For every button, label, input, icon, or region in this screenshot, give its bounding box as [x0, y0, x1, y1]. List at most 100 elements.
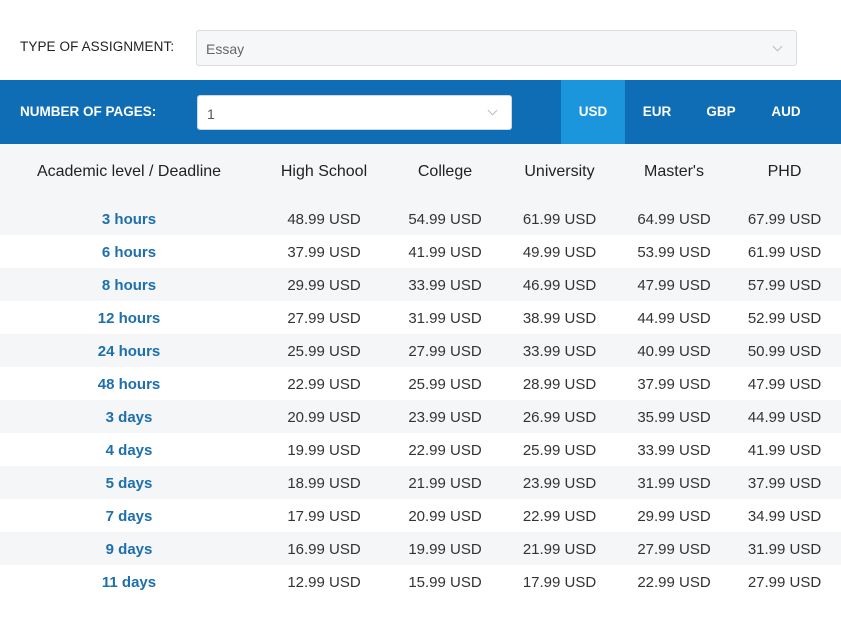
- price-cell[interactable]: 31.99 USD: [615, 475, 733, 492]
- header-masters: Master's: [644, 163, 704, 180]
- price-cell[interactable]: 61.99 USD: [728, 244, 841, 261]
- price-cell[interactable]: 20.99 USD: [262, 409, 386, 426]
- price-cell[interactable]: 34.99 USD: [728, 508, 841, 525]
- table-row: 8 hours 29.99 USD 33.99 USD 46.99 USD 47.99 …: [0, 268, 841, 301]
- header-phd: PHD: [767, 163, 802, 180]
- price-cell[interactable]: 35.99 USD: [615, 409, 733, 426]
- deadline-cell: 8 hours: [101, 277, 157, 294]
- currency-tab-gbp[interactable]: GBP: [689, 80, 753, 144]
- price-cell[interactable]: 38.99 USD: [500, 310, 619, 327]
- deadline-cell: 24 hours: [97, 343, 161, 360]
- assignment-label: TYPE OF ASSIGNMENT:: [20, 39, 175, 54]
- price-cell[interactable]: 19.99 USD: [386, 541, 504, 558]
- table-row: 3 hours 48.99 USD 54.99 USD 61.99 USD 64.99 …: [0, 202, 841, 235]
- price-cell[interactable]: 23.99 USD: [386, 409, 504, 426]
- table-row: 9 days 16.99 USD 19.99 USD 21.99 USD 27.99 U…: [0, 532, 841, 565]
- currency-tab-eur[interactable]: EUR: [625, 80, 689, 144]
- price-cell[interactable]: 25.99 USD: [386, 376, 504, 393]
- price-cell[interactable]: 41.99 USD: [386, 244, 504, 261]
- table-row: 5 days 18.99 USD 21.99 USD 23.99 USD 31.99 U…: [0, 466, 841, 499]
- price-cell[interactable]: 25.99 USD: [500, 442, 619, 459]
- price-cell[interactable]: 47.99 USD: [728, 376, 841, 393]
- header-high-school: High School: [280, 163, 368, 180]
- deadline-cell: 9 days: [105, 541, 153, 558]
- price-cell[interactable]: 18.99 USD: [262, 475, 386, 492]
- price-cell[interactable]: 46.99 USD: [500, 277, 619, 294]
- price-cell[interactable]: 27.99 USD: [615, 541, 733, 558]
- price-cell[interactable]: 54.99 USD: [386, 211, 504, 228]
- header-college: College: [417, 163, 473, 180]
- price-cell[interactable]: 21.99 USD: [500, 541, 619, 558]
- price-cell[interactable]: 41.99 USD: [728, 442, 841, 459]
- price-cell[interactable]: 26.99 USD: [500, 409, 619, 426]
- pages-label: NUMBER OF PAGES:: [20, 104, 157, 119]
- deadline-cell: 5 days: [105, 475, 153, 492]
- price-cell[interactable]: 33.99 USD: [386, 277, 504, 294]
- price-cell[interactable]: 22.99 USD: [500, 508, 619, 525]
- table-row: 7 days 17.99 USD 20.99 USD 22.99 USD 29.99 U…: [0, 499, 841, 532]
- table-row: 3 days 20.99 USD 23.99 USD 26.99 USD 35.99 U…: [0, 400, 841, 433]
- price-cell[interactable]: 27.99 USD: [386, 343, 504, 360]
- table-row: 11 days 12.99 USD 15.99 USD 17.99 USD 22.99 …: [0, 565, 841, 598]
- price-cell[interactable]: 49.99 USD: [500, 244, 619, 261]
- price-cell[interactable]: 37.99 USD: [728, 475, 841, 492]
- deadline-cell: 7 days: [105, 508, 153, 525]
- price-cell[interactable]: 17.99 USD: [500, 574, 619, 591]
- price-cell[interactable]: 33.99 USD: [615, 442, 733, 459]
- table-row: 24 hours 25.99 USD 27.99 USD 33.99 USD 40.99…: [0, 334, 841, 367]
- price-cell[interactable]: 67.99 USD: [728, 211, 841, 228]
- price-table-body: 3 hours 48.99 USD 54.99 USD 61.99 USD 64.99 …: [0, 202, 841, 598]
- price-cell[interactable]: 44.99 USD: [728, 409, 841, 426]
- price-cell[interactable]: 33.99 USD: [500, 343, 619, 360]
- price-cell[interactable]: 21.99 USD: [386, 475, 504, 492]
- price-cell[interactable]: 44.99 USD: [615, 310, 733, 327]
- header-university: University: [524, 163, 595, 180]
- price-cell[interactable]: 29.99 USD: [615, 508, 733, 525]
- price-cell[interactable]: 64.99 USD: [615, 211, 733, 228]
- price-cell[interactable]: 22.99 USD: [386, 442, 504, 459]
- price-cell[interactable]: 61.99 USD: [500, 211, 619, 228]
- price-cell[interactable]: 12.99 USD: [262, 574, 386, 591]
- price-cell[interactable]: 17.99 USD: [262, 508, 386, 525]
- table-row: 12 hours 27.99 USD 31.99 USD 38.99 USD 44.99…: [0, 301, 841, 334]
- pages-select[interactable]: 1: [197, 95, 512, 130]
- price-cell[interactable]: 22.99 USD: [615, 574, 733, 591]
- price-cell[interactable]: 52.99 USD: [728, 310, 841, 327]
- assignment-type-select[interactable]: Essay: [196, 30, 797, 66]
- price-cell[interactable]: 29.99 USD: [262, 277, 386, 294]
- price-cell[interactable]: 22.99 USD: [262, 376, 386, 393]
- price-cell[interactable]: 37.99 USD: [262, 244, 386, 261]
- price-cell[interactable]: 47.99 USD: [615, 277, 733, 294]
- header-deadline: Academic level / Deadline: [36, 163, 222, 180]
- price-cell[interactable]: 16.99 USD: [262, 541, 386, 558]
- deadline-cell: 3 hours: [101, 211, 157, 228]
- currency-tab-usd[interactable]: USD: [561, 80, 625, 144]
- deadline-cell: 3 days: [105, 409, 153, 426]
- price-cell[interactable]: 23.99 USD: [500, 475, 619, 492]
- price-cell[interactable]: 15.99 USD: [386, 574, 504, 591]
- price-cell[interactable]: 25.99 USD: [262, 343, 386, 360]
- price-cell[interactable]: 19.99 USD: [262, 442, 386, 459]
- price-cell[interactable]: 57.99 USD: [728, 277, 841, 294]
- chevron-down-icon: [772, 41, 783, 52]
- price-cell[interactable]: 31.99 USD: [728, 541, 841, 558]
- price-cell[interactable]: 53.99 USD: [615, 244, 733, 261]
- deadline-cell: 11 days: [101, 574, 157, 591]
- price-cell[interactable]: 48.99 USD: [262, 211, 386, 228]
- price-cell[interactable]: 37.99 USD: [615, 376, 733, 393]
- price-cell[interactable]: 31.99 USD: [386, 310, 504, 327]
- deadline-cell: 6 hours: [101, 244, 157, 261]
- table-row: 4 days 19.99 USD 22.99 USD 25.99 USD 33.99 U…: [0, 433, 841, 466]
- currency-tab-aud[interactable]: AUD: [754, 80, 818, 144]
- price-cell[interactable]: 50.99 USD: [728, 343, 841, 360]
- deadline-cell: 12 hours: [97, 310, 161, 327]
- deadline-cell: 4 days: [105, 442, 153, 459]
- assignment-type-value: Essay: [206, 41, 245, 57]
- pages-value: 1: [207, 106, 215, 122]
- price-cell[interactable]: 40.99 USD: [615, 343, 733, 360]
- assignment-row: TYPE OF ASSIGNMENT: Essay: [0, 0, 841, 80]
- price-cell[interactable]: 20.99 USD: [386, 508, 504, 525]
- price-cell[interactable]: 27.99 USD: [262, 310, 386, 327]
- price-cell[interactable]: 27.99 USD: [728, 574, 841, 591]
- price-cell[interactable]: 28.99 USD: [500, 376, 619, 393]
